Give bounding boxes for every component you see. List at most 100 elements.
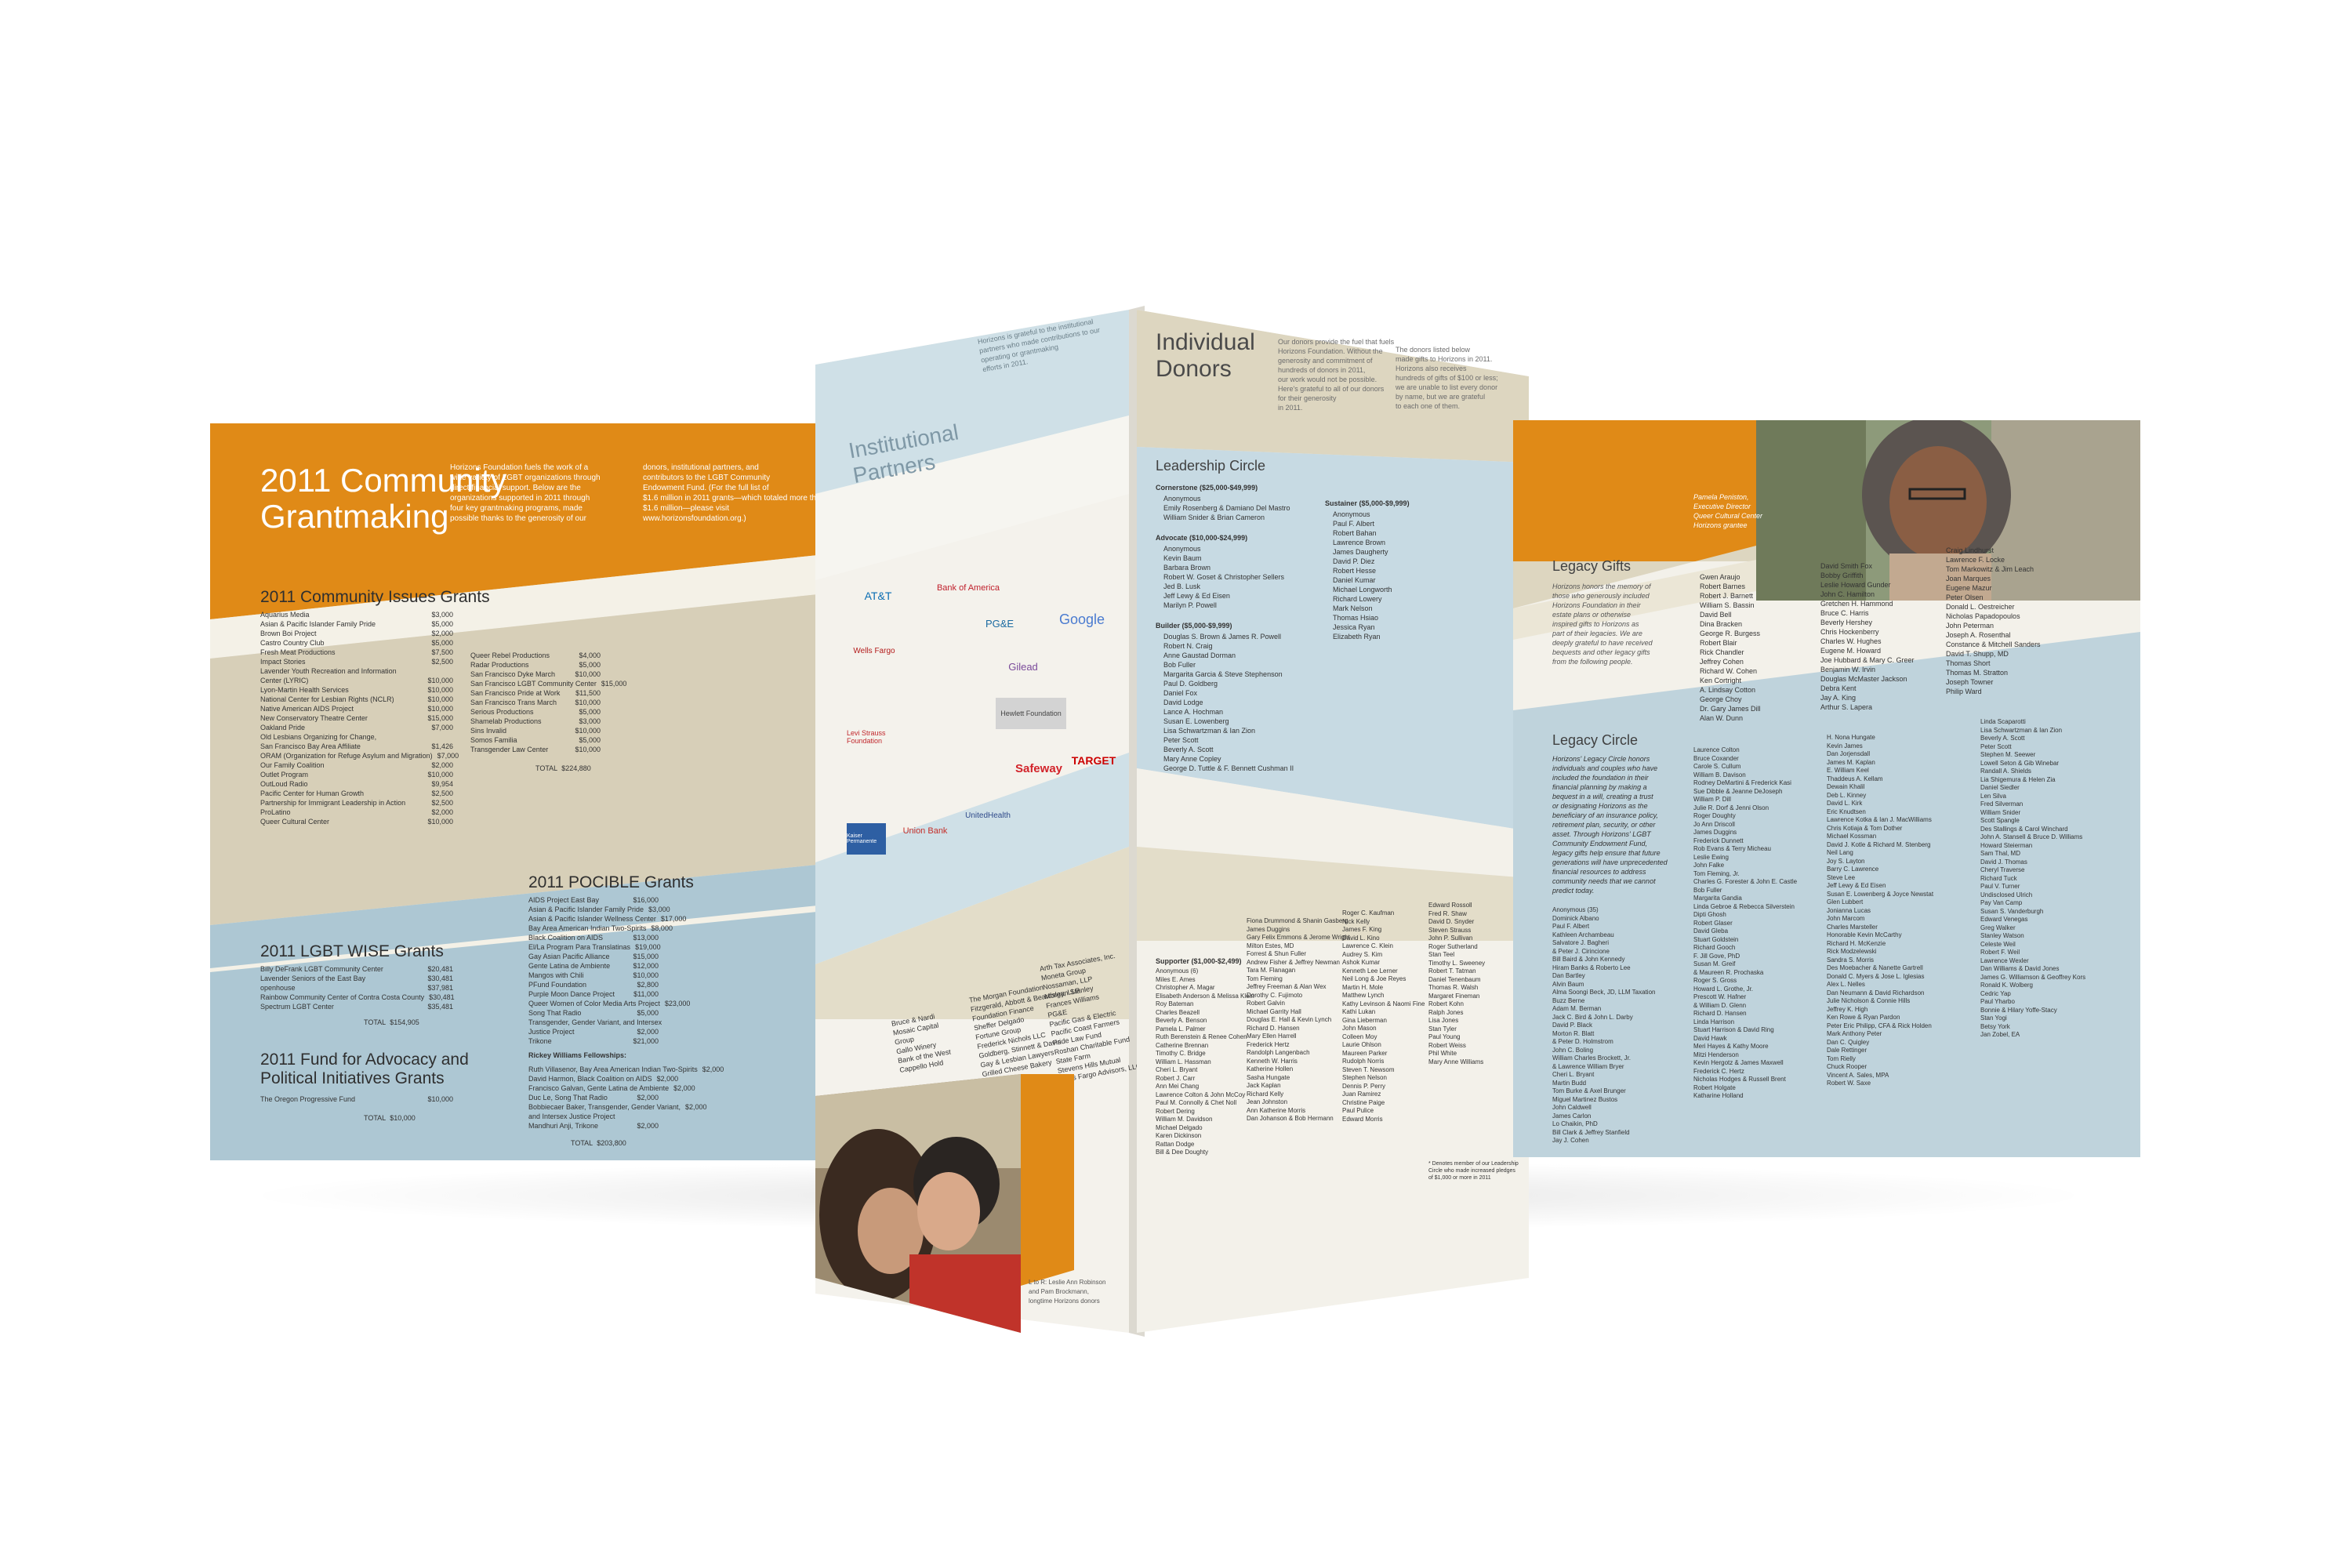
supporter-col1: Anonymous (6) Miles E. Ames Christopher A.…	[1156, 967, 1254, 1157]
grant-recipient: Impact Stories	[260, 658, 306, 666]
list-line: Lisa Schwartzman & Ian Zion	[1163, 727, 1256, 735]
list-line: Horizons grantee	[1693, 521, 1748, 529]
legacy-gifts-col1: Gwen Araujo Robert Barnes Robert J. Barnet…	[1700, 572, 1761, 723]
list-line: Daniel Siedler	[1980, 784, 2020, 791]
list-line: Linda Scaparotti	[1980, 718, 2026, 725]
grant-amount: $2,000	[637, 1028, 659, 1036]
list-line: Salvatore J. Bagheri	[1552, 939, 1610, 946]
list-line: Juan Ramirez	[1342, 1091, 1381, 1098]
list-line: generations will have unprecedented	[1552, 858, 1668, 866]
list-line: William S. Bassin	[1700, 601, 1755, 609]
grant-amount: $15,000	[601, 680, 627, 688]
grant-row: The Oregon Progressive Fund $10,000	[260, 1094, 453, 1104]
list-line: Bonnie & Hilary Yoffe-Stacy	[1980, 1006, 2057, 1014]
list-line: Bill Clark & Jeffrey Stanfield	[1552, 1128, 1630, 1136]
list-line: Dominick Albano	[1552, 914, 1599, 922]
list-line: Beverly A. Benson	[1156, 1017, 1207, 1024]
list-line: Peter Olsen	[1946, 593, 1984, 601]
grant-recipient: Lavender Seniors of the East Bay	[260, 975, 366, 982]
legacy-gifts-intro: Horizons honors the memory of those who g…	[1552, 582, 1653, 666]
list-line: Elisabeth Anderson & Melissa Klein	[1156, 992, 1254, 1000]
list-line: Richard Kelly	[1247, 1090, 1284, 1098]
list-line: David L. Kirk	[1827, 800, 1863, 807]
grant-recipient: Oakland Pride	[260, 724, 306, 731]
logo-unitedhealth: UnitedHealth	[965, 811, 1011, 820]
list-line: Roger Doughty	[1693, 812, 1736, 819]
legacy-circle-col1: Anonymous (35) Dominick Albano Paul F. Alb…	[1552, 906, 1655, 1145]
list-line: George D. Tuttle & F. Bennett Cushman II	[1163, 764, 1294, 772]
grant-amount: $30,481	[427, 975, 453, 982]
list-line: Susan S. Vanderburgh	[1980, 907, 2044, 915]
list-line: Howard L. Grothe, Jr.	[1693, 985, 1754, 993]
list-line: Milton Estes, MD	[1247, 942, 1294, 949]
list-line: Timothy C. Bridge	[1156, 1050, 1206, 1057]
list-line: Tom Burke & Axel Brunger	[1552, 1087, 1626, 1094]
grant-row: Trikone $21,000	[528, 1036, 659, 1046]
grant-amount: $2,000	[431, 808, 453, 816]
list-line: Pamela Peniston,	[1693, 493, 1749, 501]
grant-amount: $2,500	[431, 789, 453, 797]
list-line: Paul D. Goldberg	[1163, 680, 1218, 688]
list-line: Forrest & Shun Fuller	[1247, 950, 1307, 957]
grant-row: Lyon-Martin Health Services $10,000	[260, 685, 453, 695]
list-line: Roger Sutherland	[1428, 942, 1478, 950]
list-line: Joseph Towner	[1946, 678, 1994, 686]
list-line: Des Moebacher & Nanette Gartrell	[1827, 964, 1923, 971]
list-line: Leslie Ewing	[1693, 853, 1729, 861]
issues-total: TOTAL $224,880	[535, 764, 591, 772]
list-line: Eugene Mazur	[1946, 584, 1992, 592]
list-line: Mitzi Henderson	[1693, 1051, 1739, 1058]
grant-amount: $16,000	[633, 896, 659, 904]
list-line: Robert Dering	[1156, 1107, 1195, 1115]
list-line: Executive Director	[1693, 503, 1751, 510]
grant-row: AIDS Project East Bay $16,000	[528, 895, 659, 905]
list-line: James G. Williamson & Geoffrey Kors	[1980, 973, 2086, 981]
list-line: Katharine Holland	[1693, 1092, 1744, 1099]
list-line: The donors listed below	[1396, 346, 1471, 354]
list-line: Vincent A. Sales, MPA	[1827, 1071, 1889, 1079]
list-line: Thomas R. Walsh	[1428, 984, 1479, 991]
list-line: possible thanks to the generosity of our	[450, 514, 586, 523]
list-line: Bill Baird & John Kennedy	[1552, 956, 1625, 963]
grant-amount: $7,000	[431, 724, 453, 731]
list-line: James Duggins	[1693, 829, 1737, 836]
grant-row: Pacific Center for Human Growth $2,500	[260, 789, 453, 798]
grant-row: Purple Moon Dance Project $11,000	[528, 989, 659, 999]
grant-amount: $10,000	[427, 686, 453, 694]
list-line: Susan E. Lowenberg	[1163, 717, 1229, 725]
list-line: F. Jill Gove, PhD	[1693, 952, 1740, 960]
list-line: Philip Ward	[1946, 688, 1982, 695]
list-line: Constance & Mitchell Sanders	[1946, 641, 2041, 648]
list-line: Richard W. Cohen	[1700, 667, 1758, 675]
list-line: Richard D. Hansen	[1247, 1024, 1300, 1032]
list-line: Robert J. Carr	[1156, 1074, 1196, 1082]
list-line: Robert W. Goset & Christopher Sellers	[1163, 573, 1285, 581]
list-line: Barbara Brown	[1163, 564, 1211, 572]
grant-row: Our Family Coalition $2,000	[260, 760, 453, 770]
logo-att: AT&T	[864, 590, 892, 602]
list-line: Craig Lindhurst	[1946, 546, 1994, 554]
grant-amount: $12,000	[633, 962, 659, 970]
grant-recipient: New Conservatory Theatre Center	[260, 714, 368, 722]
grant-recipient: PFund Foundation	[528, 981, 587, 989]
grant-row: Duc Le, Song That Radio $2,000	[528, 1093, 659, 1102]
list-line: Donald C. Myers & Jose L. Iglesias	[1827, 972, 1925, 980]
list-line: Beverly A. Scott	[1980, 735, 2025, 742]
list-line: Des Stallings & Carol Winchard	[1980, 825, 2068, 833]
list-line: John Peterman	[1946, 622, 1994, 630]
list-line: direct financial support. Below are the	[450, 484, 581, 492]
grant-recipient: Asian & Pacific Islander Family Pride	[528, 906, 644, 913]
list-line: Cheryl Traverse	[1980, 866, 2025, 873]
list-line: Martin Budd	[1552, 1079, 1587, 1087]
list-line: Bob Fuller	[1163, 661, 1196, 669]
list-line: Ken Rowe & Ryan Pardon	[1827, 1014, 1900, 1021]
list-line: John A. Stansell & Bruce D. Williams	[1980, 833, 2083, 840]
list-line: Robert Glaser	[1693, 919, 1733, 927]
logo-kaiser: Kaiser Permanente	[847, 823, 886, 855]
list-line: organizations supported in 2011 through	[450, 494, 590, 503]
list-line: Donald L. Oestreicher	[1946, 603, 2015, 611]
list-line: & Maureen R. Prochaska	[1693, 968, 1764, 976]
list-line: Stan Teel	[1428, 951, 1455, 958]
grant-amount: $7,000	[437, 752, 459, 760]
wise-title: 2011 LGBT WISE Grants	[260, 942, 444, 960]
